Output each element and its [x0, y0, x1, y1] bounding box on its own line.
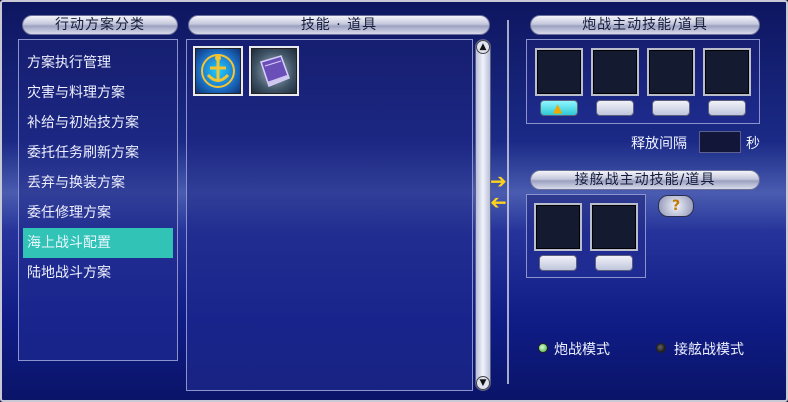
- interval-unit: 秒: [746, 136, 760, 152]
- boarding-slot-1-button[interactable]: [539, 255, 577, 271]
- boarding-slot-2-button[interactable]: [595, 255, 633, 271]
- boarding-header: 接舷战主动技能/道具: [530, 170, 760, 190]
- help-button[interactable]: ?: [658, 195, 694, 217]
- interval-label: 释放间隔: [631, 136, 687, 152]
- boarding-mode-label[interactable]: 接舷战模式: [674, 339, 744, 359]
- cannon-header: 炮战主动技能/道具: [530, 15, 760, 35]
- cannon-slot-1[interactable]: [535, 48, 583, 96]
- column-divider: [507, 20, 509, 384]
- cannon-slots-panel: ▲: [526, 39, 760, 124]
- cannon-slot-2-button[interactable]: [596, 100, 634, 116]
- category-item-supply-initial[interactable]: 补给与初始技方案: [23, 108, 173, 138]
- category-item-discard-equip[interactable]: 丢弃与换装方案: [23, 168, 173, 198]
- category-panel: 方案执行管理 灾害与料理方案 补给与初始技方案 委托任务刷新方案 丢弃与换装方案…: [18, 39, 178, 361]
- book-icon[interactable]: [249, 46, 299, 96]
- arrow-left-icon[interactable]: ➔: [490, 190, 507, 214]
- cannon-slot-3-button[interactable]: [652, 100, 690, 116]
- category-item-disaster-cooking[interactable]: 灾害与料理方案: [23, 78, 173, 108]
- category-item-land-combat[interactable]: 陆地战斗方案: [23, 258, 173, 288]
- scroll-down-icon[interactable]: ▼: [476, 376, 490, 390]
- category-item-execution[interactable]: 方案执行管理: [23, 48, 173, 78]
- cannon-slot-4[interactable]: [703, 48, 751, 96]
- boarding-slots-panel: [526, 194, 646, 278]
- up-arrow-icon: ▲: [553, 101, 563, 115]
- skills-header: 技能 · 道具: [188, 15, 490, 35]
- anchor-icon[interactable]: [193, 46, 243, 96]
- cannon-slot-2[interactable]: [591, 48, 639, 96]
- cannon-slot-4-button[interactable]: [708, 100, 746, 116]
- boarding-mode-radio[interactable]: [656, 343, 666, 353]
- skills-panel: [186, 39, 473, 391]
- boarding-slot-1[interactable]: [534, 203, 582, 251]
- category-item-sea-combat[interactable]: 海上战斗配置: [23, 228, 173, 258]
- interval-input[interactable]: [699, 131, 741, 153]
- arrow-right-icon[interactable]: ➔: [490, 171, 507, 191]
- combat-config-window: 行动方案分类 方案执行管理 灾害与料理方案 补给与初始技方案 委托任务刷新方案 …: [0, 0, 788, 402]
- boarding-slot-2[interactable]: [590, 203, 638, 251]
- skills-scrollbar[interactable]: ▲ ▼: [475, 39, 491, 391]
- categories-header: 行动方案分类: [22, 15, 178, 35]
- cannon-slot-3[interactable]: [647, 48, 695, 96]
- scroll-up-icon[interactable]: ▲: [476, 40, 490, 54]
- cannon-mode-radio[interactable]: [538, 343, 548, 353]
- category-item-repair[interactable]: 委任修理方案: [23, 198, 173, 228]
- cannon-slot-1-button[interactable]: ▲: [540, 100, 578, 116]
- cannon-mode-label[interactable]: 炮战模式: [554, 339, 610, 359]
- category-list: 方案执行管理 灾害与料理方案 补给与初始技方案 委托任务刷新方案 丢弃与换装方案…: [23, 48, 173, 288]
- category-item-quest-refresh[interactable]: 委托任务刷新方案: [23, 138, 173, 168]
